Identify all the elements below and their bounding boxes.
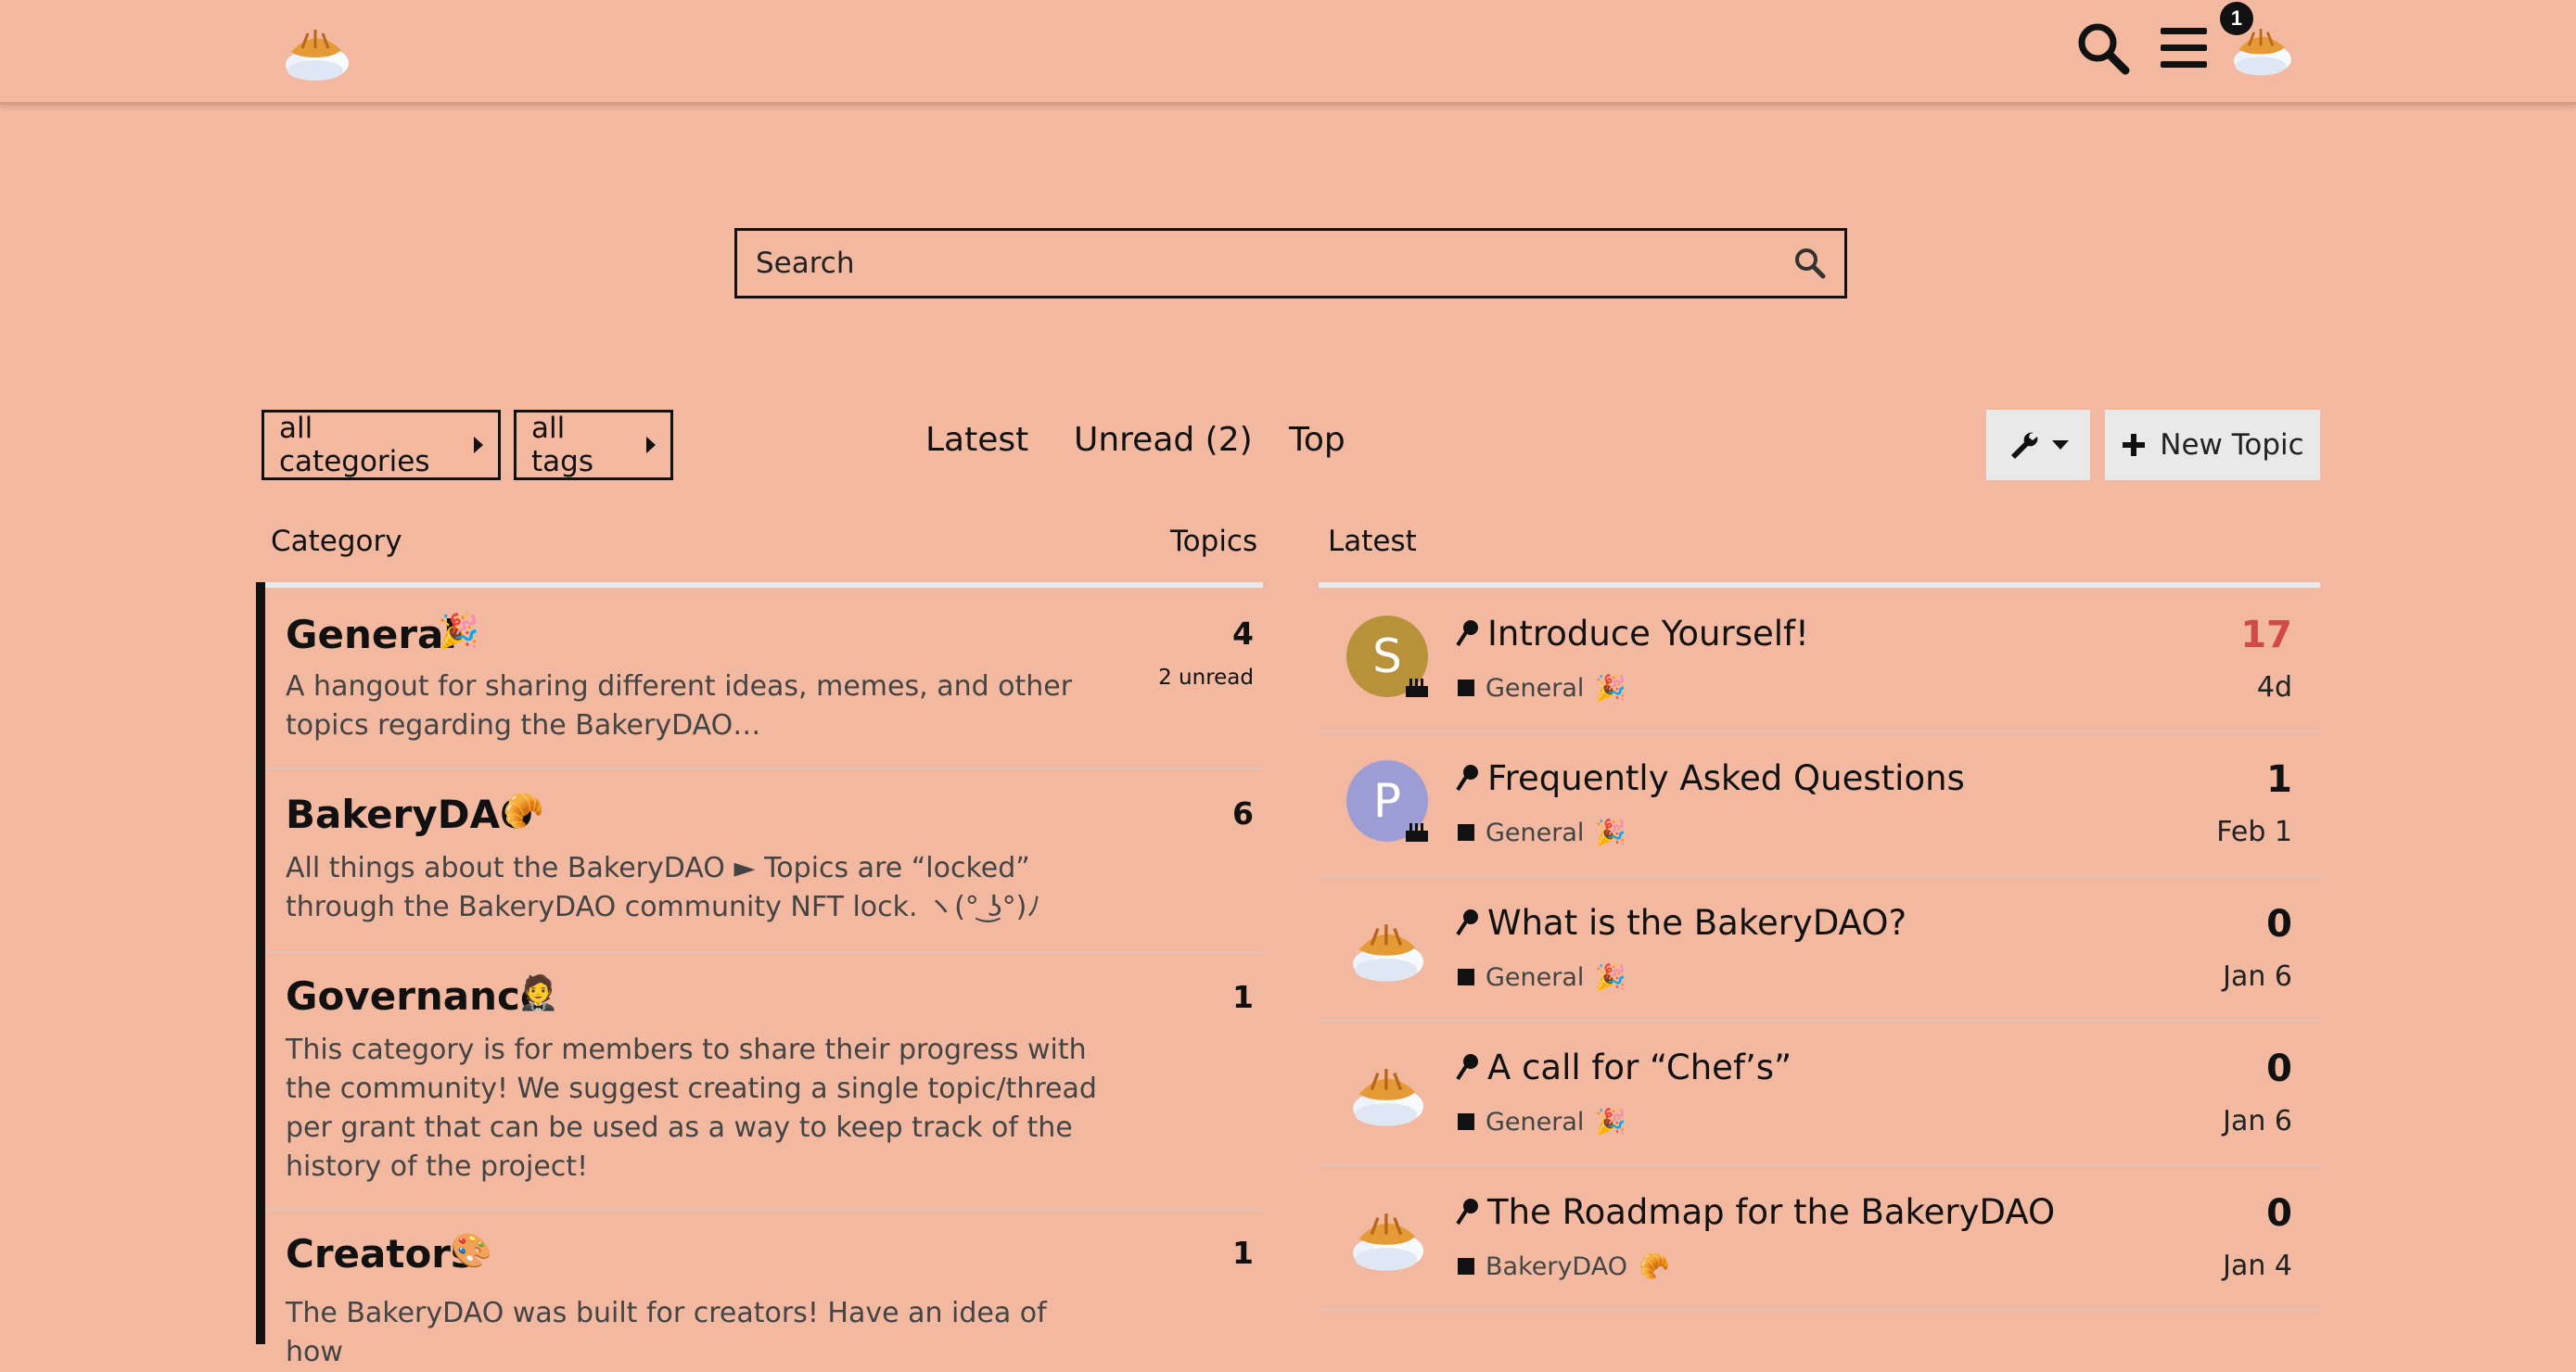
category-row-creators[interactable]: Creators 🎨 The BakeryDAO was built for c…	[265, 1211, 1263, 1368]
person-in-tuxedo-icon: 🤵	[517, 973, 559, 1011]
category-description: This category is for members to share th…	[286, 1034, 1097, 1183]
croissant-cloud-logo[interactable]	[278, 20, 354, 83]
topic-row[interactable]: S Introduce Yourself! General 🎉 17 4d	[1319, 588, 2320, 732]
topic-reply-count[interactable]: 1	[2266, 758, 2292, 801]
croissant-icon: 🥐	[503, 792, 544, 830]
category-row-bakerydao[interactable]: BakeryDAO 🥐 All things about the BakeryD…	[265, 769, 1263, 953]
caret-down-icon	[2052, 440, 2069, 450]
category-topic-count: 1	[1232, 1235, 1254, 1271]
hamburger-menu-icon[interactable]	[2157, 20, 2213, 76]
category-square-icon	[1458, 969, 1474, 985]
pin-icon	[1456, 620, 1478, 647]
category-topic-count: 4	[1232, 616, 1254, 652]
topic-row[interactable]: P Frequently Asked Questions General 🎉 1…	[1319, 732, 2320, 877]
category-row-governance[interactable]: Governance 🤵 This category is for member…	[265, 953, 1263, 1211]
topic-category-name: BakeryDAO	[1486, 1251, 1627, 1281]
category-topic-count: 6	[1232, 795, 1254, 832]
categories-dropdown[interactable]: all categories	[261, 410, 501, 480]
topic-activity-age[interactable]: Jan 4	[2223, 1250, 2292, 1282]
croissant-cloud-avatar[interactable]	[1345, 1203, 1430, 1274]
topic-row[interactable]: The Roadmap for the BakeryDAO BakeryDAO …	[1319, 1166, 2320, 1311]
category-name[interactable]: Governance	[286, 973, 546, 1019]
category-row-general[interactable]: General 🎉 A hangout for sharing differen…	[265, 588, 1263, 769]
topic-title[interactable]: Introduce Yourself!	[1487, 614, 1809, 654]
topic-reply-count[interactable]: 0	[2266, 1192, 2292, 1235]
category-square-icon	[1458, 680, 1474, 696]
search-bar	[734, 228, 1847, 299]
nav-top[interactable]: Top	[1289, 421, 1345, 459]
topic-category-badge[interactable]: General 🎉	[1458, 962, 1626, 992]
new-topic-button[interactable]: New Topic	[2105, 410, 2320, 480]
topic-title[interactable]: The Roadmap for the BakeryDAO	[1487, 1192, 2055, 1232]
topic-row[interactable]: A call for “Chef’s” General 🎉 0 Jan 6	[1319, 1022, 2320, 1166]
pin-icon	[1456, 1054, 1478, 1081]
notification-badge[interactable]: 1	[2220, 2, 2253, 35]
topic-category-badge[interactable]: General 🎉	[1458, 818, 1626, 847]
party-popper-icon: 🎉	[1595, 1108, 1627, 1137]
party-popper-icon: 🎉	[1595, 819, 1627, 847]
topic-activity-age[interactable]: Feb 1	[2216, 816, 2292, 848]
category-name[interactable]: General	[286, 612, 457, 657]
pin-icon	[1456, 1199, 1478, 1226]
croissant-icon: 🥐	[1639, 1252, 1670, 1281]
new-topic-label: New Topic	[2160, 428, 2304, 462]
topic-category-name: General	[1486, 818, 1585, 847]
topic-activity-age[interactable]: Jan 6	[2223, 1105, 2292, 1137]
pin-icon	[1456, 765, 1478, 792]
topic-activity-age[interactable]: Jan 6	[2223, 960, 2292, 993]
topic-reply-count[interactable]: 0	[2266, 903, 2292, 946]
category-color-bar	[256, 582, 265, 1344]
topic-category-badge[interactable]: General 🎉	[1458, 673, 1626, 703]
search-input[interactable]	[756, 247, 1757, 280]
party-popper-icon: 🎉	[438, 612, 479, 650]
category-topic-count: 1	[1232, 979, 1254, 1015]
topic-activity-age[interactable]: 4d	[2257, 671, 2292, 704]
topic-row[interactable]: What is the BakeryDAO? General 🎉 0 Jan 6	[1319, 877, 2320, 1022]
topic-category-badge[interactable]: BakeryDAO 🥐	[1458, 1251, 1670, 1281]
party-popper-icon: 🎉	[1595, 674, 1627, 703]
topic-category-name: General	[1486, 673, 1585, 703]
topic-title[interactable]: A call for “Chef’s”	[1487, 1048, 1792, 1087]
category-name[interactable]: BakeryDAO	[286, 792, 533, 837]
category-name[interactable]: Creators	[286, 1231, 474, 1277]
site-header: 1	[0, 0, 2576, 105]
category-square-icon	[1458, 1113, 1474, 1130]
party-popper-icon: 🎉	[1595, 963, 1627, 992]
search-icon[interactable]	[2075, 20, 2131, 76]
nav-unread[interactable]: Unread (2)	[1074, 421, 1253, 459]
caret-right-icon	[474, 437, 483, 453]
croissant-cloud-avatar[interactable]	[1345, 914, 1430, 985]
categories-dropdown-label: all categories	[279, 412, 430, 478]
pin-icon	[1456, 909, 1478, 936]
plus-icon	[2123, 434, 2146, 456]
wrench-icon	[2011, 432, 2038, 459]
category-description: A hangout for sharing different ideas, m…	[286, 670, 1073, 742]
category-square-icon	[1458, 1258, 1474, 1275]
topics-column-header: Topics	[1170, 525, 1258, 558]
admin-tools-button[interactable]	[1986, 410, 2090, 480]
tags-dropdown-label: all tags	[531, 412, 593, 478]
nav-latest[interactable]: Latest	[925, 421, 1028, 459]
topic-reply-count[interactable]: 0	[2266, 1048, 2292, 1090]
topic-category-name: General	[1486, 1107, 1585, 1137]
croissant-cloud-avatar[interactable]	[1345, 1059, 1430, 1129]
artist-palette-icon: 🎨	[451, 1231, 492, 1269]
category-column-header: Category	[271, 525, 402, 558]
cake-icon	[1406, 823, 1428, 842]
topic-title[interactable]: Frequently Asked Questions	[1487, 758, 1965, 798]
category-square-icon	[1458, 824, 1474, 841]
topic-category-name: General	[1486, 962, 1585, 992]
caret-right-icon	[646, 437, 656, 453]
category-unread-count[interactable]: 2 unread	[1158, 666, 1254, 690]
category-description: The BakeryDAO was built for creators! Ha…	[286, 1297, 1047, 1368]
topic-category-badge[interactable]: General 🎉	[1458, 1107, 1626, 1137]
topic-title[interactable]: What is the BakeryDAO?	[1487, 903, 1906, 943]
search-icon[interactable]	[1792, 246, 1828, 281]
topic-reply-count[interactable]: 17	[2240, 614, 2292, 656]
tags-dropdown[interactable]: all tags	[514, 410, 673, 480]
category-description: All things about the BakeryDAO ► Topics …	[286, 852, 1041, 923]
cake-icon	[1406, 679, 1428, 697]
latest-column-header: Latest	[1328, 525, 1417, 558]
